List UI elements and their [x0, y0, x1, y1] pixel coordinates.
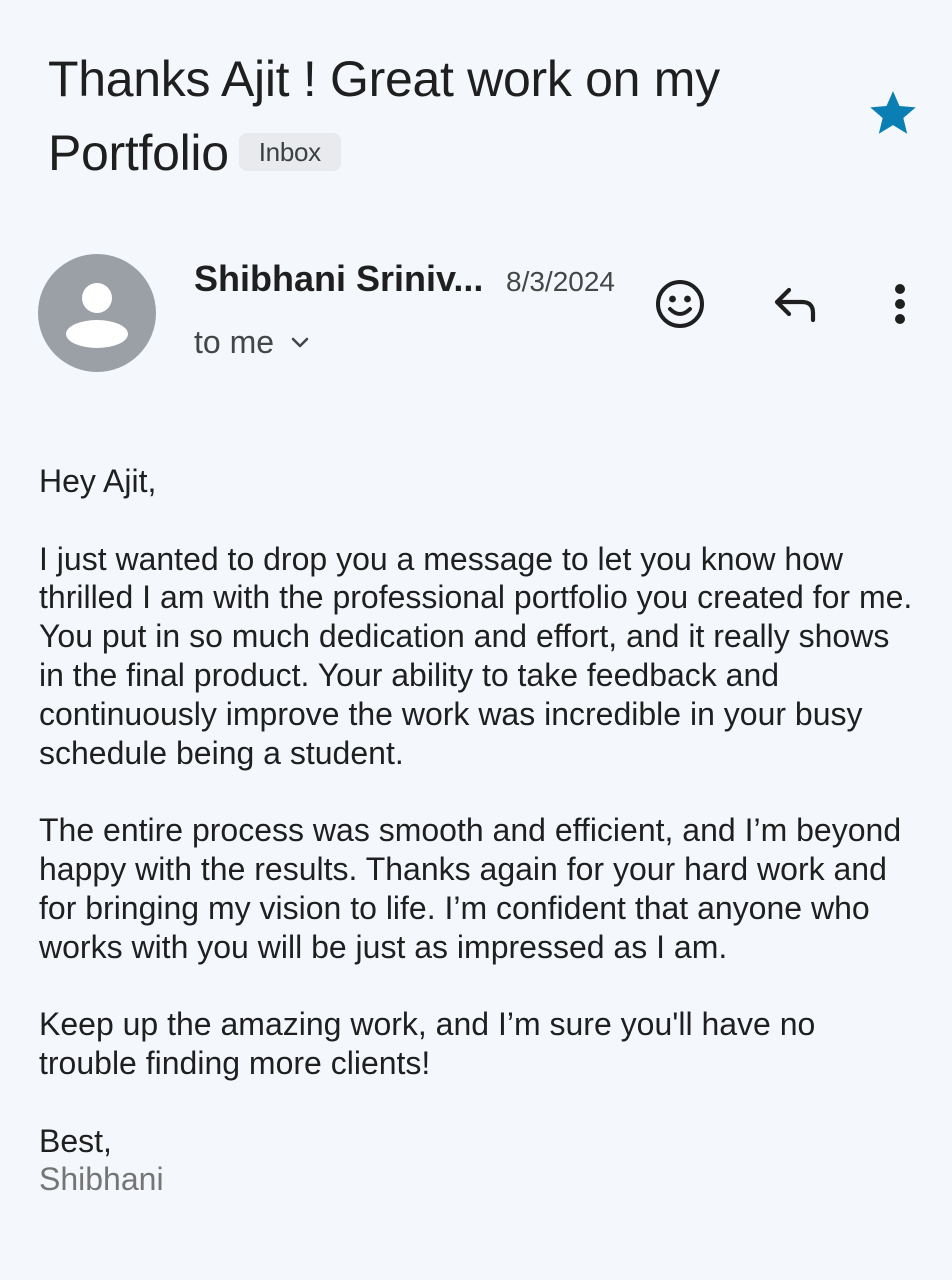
sender-avatar[interactable] — [38, 254, 156, 372]
email-date: 8/3/2024 — [506, 266, 615, 297]
recipient-label: to me — [194, 324, 275, 360]
sender-name[interactable]: Shibhani Sriniv... — [194, 256, 483, 302]
subject-text: Thanks Ajit ! Great work on my Portfolio — [48, 51, 720, 181]
more-vertical-icon — [895, 284, 905, 324]
person-avatar-icon — [66, 283, 128, 348]
add-reaction-button[interactable] — [650, 274, 710, 334]
star-icon[interactable] — [866, 86, 920, 140]
greeting: Hey Ajit, — [39, 463, 157, 499]
recipient-details-toggle[interactable]: to me — [194, 320, 312, 364]
chevron-down-icon — [291, 337, 309, 348]
reply-arrow-icon — [774, 287, 816, 323]
body-paragraph-3: Keep up the amazing work, and I’m sure y… — [39, 1006, 816, 1081]
closing: Best, — [39, 1122, 112, 1159]
smiley-face-icon — [656, 280, 704, 328]
more-options-button[interactable] — [870, 274, 930, 334]
email-body: Hey Ajit, I just wanted to drop you a me… — [39, 462, 919, 1199]
body-paragraph-1: I just wanted to drop you a message to l… — [39, 540, 913, 771]
inbox-label-chip[interactable]: Inbox — [238, 132, 341, 171]
email-subject: Thanks Ajit ! Great work on my Portfolio… — [48, 42, 838, 190]
signature: Shibhani — [39, 1161, 164, 1198]
body-paragraph-2: The entire process was smooth and effici… — [39, 812, 902, 965]
email-view: Thanks Ajit ! Great work on my Portfolio… — [0, 0, 952, 1280]
reply-button[interactable] — [766, 274, 826, 334]
